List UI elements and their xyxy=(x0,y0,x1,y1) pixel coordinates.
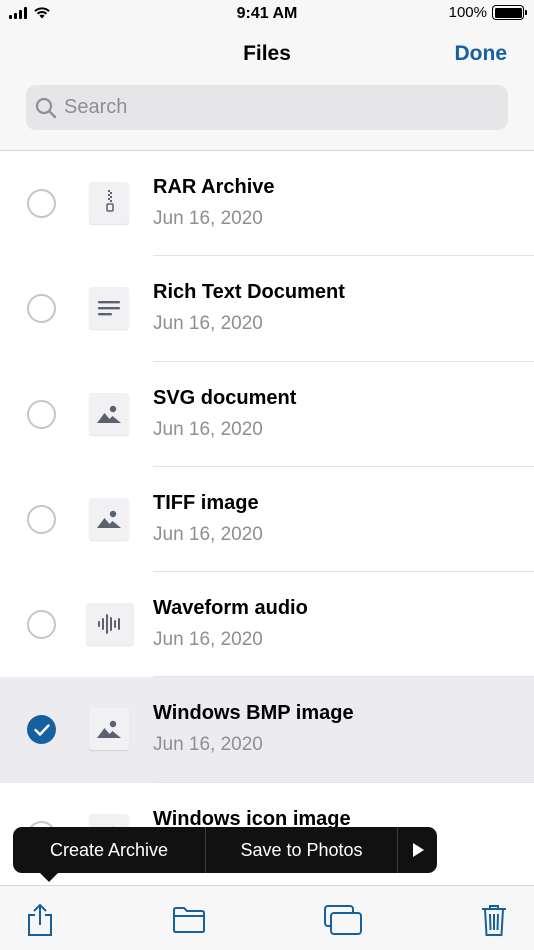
file-name: SVG document xyxy=(153,386,297,409)
battery-percent: 100% xyxy=(448,4,487,21)
search-icon xyxy=(35,97,57,118)
play-arrow-icon xyxy=(412,843,424,857)
selection-checkbox[interactable] xyxy=(27,294,56,324)
text-document-icon xyxy=(89,287,129,330)
delete-button[interactable] xyxy=(476,902,512,938)
file-row[interactable]: SVG document Jun 16, 2020 xyxy=(0,362,534,467)
search-bar[interactable] xyxy=(26,85,508,130)
battery-fill xyxy=(494,7,522,18)
audio-waveform-icon xyxy=(86,603,134,646)
share-icon xyxy=(28,903,52,936)
edit-menu-popover: Create Archive Save to Photos xyxy=(13,827,437,882)
image-icon xyxy=(89,708,129,751)
popover-pointer xyxy=(39,872,59,882)
file-name: Rich Text Document xyxy=(153,281,345,304)
file-row[interactable]: RAR Archive Jun 16, 2020 xyxy=(0,151,534,257)
file-name: TIFF image xyxy=(153,491,259,514)
save-to-photos-button[interactable]: Save to Photos xyxy=(205,827,397,873)
selection-checkbox[interactable] xyxy=(27,610,56,640)
bottom-toolbar xyxy=(0,885,534,950)
image-icon xyxy=(89,392,129,435)
file-row[interactable]: TIFF image Jun 16, 2020 xyxy=(0,467,534,573)
file-date: Jun 16, 2020 xyxy=(153,734,263,756)
file-row[interactable]: Windows BMP image Jun 16, 2020 xyxy=(0,677,534,783)
folder-icon xyxy=(173,907,205,933)
duplicate-icon xyxy=(324,905,362,935)
move-to-folder-button[interactable] xyxy=(171,902,207,938)
file-name: RAR Archive xyxy=(153,176,275,198)
selection-checkbox[interactable] xyxy=(27,189,56,218)
battery-tip xyxy=(525,10,527,15)
file-date: Jun 16, 2020 xyxy=(153,313,263,335)
file-name: Waveform audio xyxy=(153,597,308,620)
file-date: Jun 16, 2020 xyxy=(153,629,263,651)
selection-checkbox-checked[interactable] xyxy=(27,715,56,745)
file-date: Jun 16, 2020 xyxy=(153,418,263,440)
file-row[interactable]: Rich Text Document Jun 16, 2020 xyxy=(0,256,534,362)
checkmark-icon xyxy=(33,724,50,736)
archive-icon xyxy=(89,182,129,224)
selection-checkbox[interactable] xyxy=(27,399,56,429)
battery-icon xyxy=(492,5,527,20)
status-bar: 9:41 AM 100% xyxy=(0,0,534,30)
search-input[interactable] xyxy=(64,96,484,119)
file-list: RAR Archive Jun 16, 2020 Rich Text Documen… xyxy=(0,151,534,885)
image-icon xyxy=(89,497,129,540)
more-options-button[interactable] xyxy=(397,827,437,873)
file-date: Jun 16, 2020 xyxy=(153,523,263,545)
duplicate-button[interactable] xyxy=(322,902,364,938)
file-date: Jun 16, 2020 xyxy=(153,208,263,229)
status-right: 100% xyxy=(448,4,527,21)
navigation-bar: Files Done xyxy=(0,30,534,151)
file-row[interactable]: Waveform audio Jun 16, 2020 xyxy=(0,572,534,678)
done-button[interactable]: Done xyxy=(455,42,508,66)
share-button[interactable] xyxy=(22,902,58,938)
trash-icon xyxy=(482,905,506,936)
selection-checkbox[interactable] xyxy=(27,504,56,534)
create-archive-button[interactable]: Create Archive xyxy=(13,827,205,873)
file-name: Windows BMP image xyxy=(153,702,354,725)
